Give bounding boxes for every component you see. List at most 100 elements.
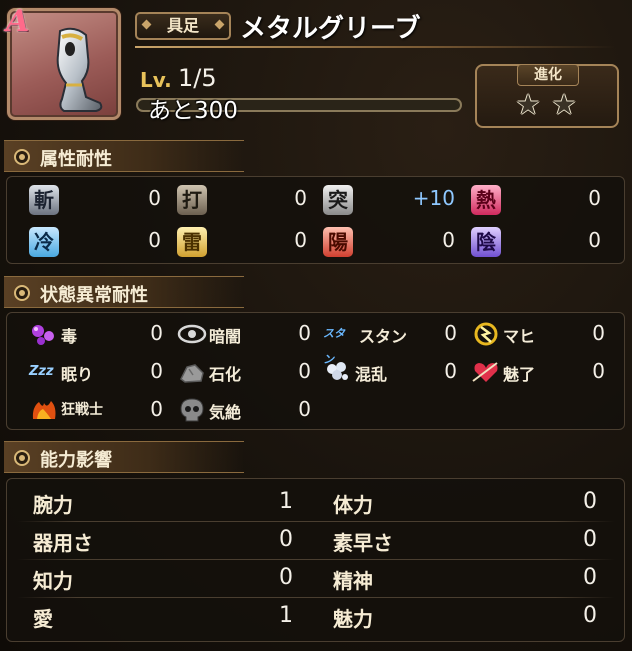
status-label: 暗闇 (209, 327, 242, 346)
elemental-resistance-panel: 斬 0 打 0 突 +10 熱 0 冷 0 雷 0 陽 0 陰 0 (6, 176, 625, 264)
ability-vitality: 体力 0 (333, 485, 613, 521)
status-value: 0 (298, 321, 311, 345)
status-label: 混乱 (355, 365, 388, 384)
paralysis-icon (474, 322, 498, 346)
ability-label: 器用さ (33, 531, 93, 555)
status-label: マヒ (503, 327, 536, 346)
ability-intelligence: 知力 0 (33, 561, 313, 597)
ability-dexterity: 器用さ 0 (33, 523, 313, 559)
status-label: 毒 (61, 327, 78, 346)
status-blind: 暗闇 0 (177, 319, 317, 349)
berserk-icon (32, 401, 56, 419)
status-petrify: 石化 0 (177, 357, 317, 387)
status-value: 0 (150, 321, 163, 345)
section-bullet-icon (14, 149, 30, 165)
section-header-status: 状態異常耐性 (4, 276, 244, 308)
resist-light: 陽 0 (323, 225, 463, 259)
light-element-icon: 陽 (323, 227, 353, 257)
status-value: 0 (592, 321, 605, 345)
item-portrait[interactable]: A (6, 4, 121, 120)
cold-element-icon: 冷 (29, 227, 59, 257)
status-label: 石化 (209, 365, 242, 384)
pierce-element-icon: 突 (323, 185, 353, 215)
resist-pierce: 突 +10 (323, 183, 463, 217)
poison-icon (32, 325, 54, 345)
row-divider (17, 559, 615, 560)
status-poison: 毒 0 (29, 319, 169, 349)
status-berserk: 狂戦士 0 (29, 395, 169, 425)
ability-value: 0 (583, 565, 597, 590)
status-label: 気絶 (209, 403, 242, 422)
ability-label: 体力 (333, 493, 373, 517)
resist-heat: 熱 0 (471, 183, 611, 217)
ability-label: 魅力 (333, 607, 373, 631)
resist-strike: 打 0 (177, 183, 317, 217)
status-label: 狂戦士 (61, 402, 103, 418)
equipment-type-tag: 具足 (135, 12, 231, 40)
ability-label: 知力 (33, 569, 73, 593)
resist-value: 0 (294, 186, 307, 210)
status-value: 0 (444, 321, 457, 345)
status-confusion: 混乱 0 (323, 357, 463, 387)
ability-label: 精神 (333, 569, 373, 593)
strike-element-icon: 打 (177, 185, 207, 215)
resist-value: 0 (588, 186, 601, 210)
ability-agility: 素早さ 0 (333, 523, 613, 559)
status-value: 0 (150, 359, 163, 383)
resist-value: 0 (588, 228, 601, 252)
level-label: Lv. (140, 68, 172, 92)
evolution-star-icon: ★ (551, 88, 577, 121)
evolution-panel[interactable]: 進化 ★ ★ (475, 64, 619, 128)
resist-dark: 陰 0 (471, 225, 611, 259)
faint-skull-icon (180, 398, 204, 422)
section-bullet-icon (14, 285, 30, 301)
status-value: 0 (444, 359, 457, 383)
status-value: 0 (298, 359, 311, 383)
status-resistance-panel: 毒 0 暗闇 0 スタン スタン 0 マヒ 0 Zzz 眠り 0 石化 0 混乱… (6, 312, 625, 430)
blind-eye-icon (177, 324, 207, 344)
status-label: 眠り (61, 365, 94, 384)
section-title: 状態異常耐性 (40, 285, 148, 306)
sleep-zzz-icon: Zzz (29, 364, 54, 379)
status-faint: 気絶 0 (177, 395, 317, 425)
status-paralysis: マヒ 0 (471, 319, 611, 349)
section-title: 属性耐性 (40, 149, 112, 170)
status-label: 魅了 (503, 365, 536, 384)
ability-charm: 魅力 0 (333, 599, 613, 635)
rank-badge: A (6, 4, 30, 39)
ability-label: 腕力 (33, 493, 73, 517)
status-stun: スタン スタン 0 (323, 319, 463, 366)
resist-cold: 冷 0 (29, 225, 169, 259)
ability-value: 1 (279, 603, 293, 628)
ability-influence-panel: 腕力 1 体力 0 器用さ 0 素早さ 0 知力 0 精神 0 愛 1 魅力 0 (6, 478, 625, 642)
ability-value: 0 (279, 527, 293, 552)
ability-value: 0 (583, 603, 597, 628)
title-divider (135, 46, 615, 48)
thunder-element-icon: 雷 (177, 227, 207, 257)
resist-slash: 斬 0 (29, 183, 169, 217)
charm-heart-icon (472, 362, 498, 382)
ability-value: 1 (279, 489, 293, 514)
resist-value: 0 (294, 228, 307, 252)
status-value: 0 (592, 359, 605, 383)
section-header-abilities: 能力影響 (4, 441, 244, 473)
row-divider (17, 597, 615, 598)
ability-spirit: 精神 0 (333, 561, 613, 597)
ability-label: 愛 (33, 607, 53, 631)
resist-value: 0 (442, 228, 455, 252)
status-value: 0 (150, 397, 163, 421)
exp-remaining-text: あと300 (148, 98, 238, 124)
row-divider (17, 521, 615, 522)
level-value: 1/5 (178, 64, 217, 92)
section-header-elemental: 属性耐性 (4, 140, 244, 172)
ability-value: 0 (279, 565, 293, 590)
resist-value: 0 (148, 228, 161, 252)
stun-icon: スタン (323, 327, 345, 366)
section-title: 能力影響 (40, 450, 112, 471)
section-bullet-icon (14, 450, 30, 466)
status-charm: 魅了 0 (471, 357, 611, 387)
dark-element-icon: 陰 (471, 227, 501, 257)
equipment-detail-screen: { "header": { "rank": "A", "type_tag": "… (0, 0, 632, 651)
resist-value: +10 (412, 186, 455, 210)
greave-armor-icon (56, 27, 103, 112)
